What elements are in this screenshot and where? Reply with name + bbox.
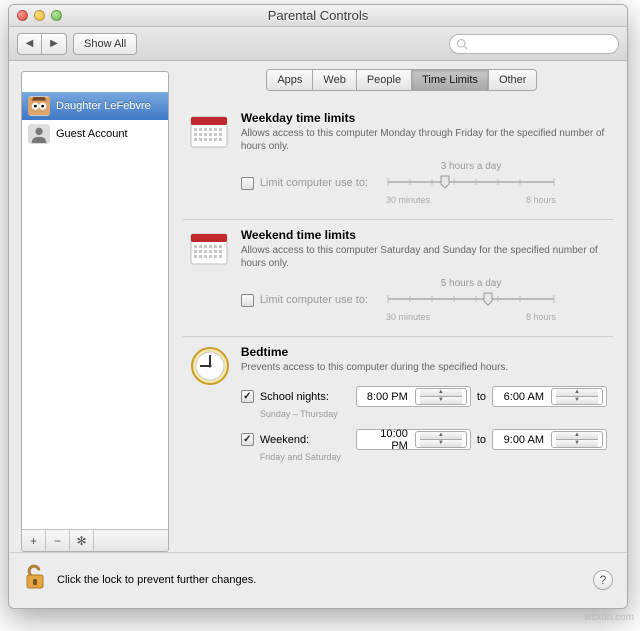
weekday-desc: Allows access to this computer Monday th… — [241, 127, 607, 153]
weekend-nights-label: Weekend: — [260, 434, 350, 446]
school-nights-checkbox[interactable] — [241, 390, 254, 403]
stepper-icon[interactable]: ▲▼ — [551, 431, 603, 448]
bedtime-title: Bedtime — [241, 345, 607, 359]
weekend-limit-label: Limit computer use to: — [260, 294, 368, 306]
weekday-section: Weekday time limits Allows access to thi… — [183, 103, 613, 220]
lock-icon[interactable] — [23, 563, 49, 596]
school-from-field[interactable]: 8:00 PM ▲▼ — [356, 386, 471, 407]
bedtime-section: Bedtime Prevents access to this computer… — [183, 337, 613, 476]
slider-track-icon — [386, 291, 556, 307]
weekend-limit-checkbox[interactable] — [241, 294, 254, 307]
tab-bar: Apps Web People Time Limits Other — [177, 69, 627, 91]
weekday-slider[interactable]: 3 hours a day 30 minutes8 hours — [386, 161, 556, 205]
forward-button[interactable]: ▶ — [42, 34, 66, 54]
help-button[interactable]: ? — [593, 570, 613, 590]
school-nights-label: School nights: — [260, 391, 350, 403]
stepper-icon[interactable]: ▲▼ — [415, 388, 467, 405]
weekend-slider[interactable]: 5 hours a day 30 minutes8 hours — [386, 278, 556, 322]
stepper-icon[interactable]: ▲▼ — [551, 388, 603, 405]
user-avatar-icon — [28, 96, 50, 116]
weekend-title: Weekend time limits — [241, 228, 607, 242]
calendar-icon — [189, 111, 231, 153]
nav-buttons: ◀ ▶ — [17, 33, 67, 55]
toolbar: ◀ ▶ Show All — [9, 27, 627, 61]
weekend-from-field[interactable]: 10:00 PM ▲▼ — [356, 429, 471, 450]
weekend-nights-checkbox[interactable] — [241, 433, 254, 446]
accounts-sidebar: Daughter LeFebvre Guest Account + − ✻ — [21, 71, 169, 552]
weekday-limit-checkbox[interactable] — [241, 177, 254, 190]
search-field[interactable] — [449, 34, 619, 54]
show-all-button[interactable]: Show All — [73, 33, 137, 55]
back-button[interactable]: ◀ — [18, 34, 42, 54]
weekday-slider-value: 3 hours a day — [386, 161, 556, 172]
window-title: Parental Controls — [9, 8, 627, 23]
sidebar-footer: + − ✻ — [22, 529, 168, 551]
remove-user-button[interactable]: − — [46, 530, 70, 551]
school-to-field[interactable]: 6:00 AM ▲▼ — [492, 386, 607, 407]
search-input[interactable] — [472, 38, 612, 50]
action-menu-button[interactable]: ✻ — [70, 530, 94, 551]
weekend-nights-note: Friday and Saturday — [260, 452, 607, 462]
school-nights-note: Sunday – Thursday — [260, 409, 607, 419]
tab-other[interactable]: Other — [489, 70, 537, 90]
preferences-window: Parental Controls ◀ ▶ Show All Daughter … — [8, 4, 628, 609]
weekend-section: Weekend time limits Allows access to thi… — [183, 220, 613, 337]
tab-web[interactable]: Web — [313, 70, 356, 90]
tab-time-limits[interactable]: Time Limits — [412, 70, 489, 90]
slider-track-icon — [386, 174, 556, 190]
search-icon — [456, 38, 468, 50]
calendar-icon — [189, 228, 231, 270]
watermark: wsxdn.com — [584, 612, 634, 623]
tab-people[interactable]: People — [357, 70, 412, 90]
stepper-icon[interactable]: ▲▼ — [415, 431, 467, 448]
clock-icon — [189, 345, 231, 387]
sidebar-item-label: Guest Account — [56, 128, 128, 140]
add-user-button[interactable]: + — [22, 530, 46, 551]
weekend-desc: Allows access to this computer Saturday … — [241, 244, 607, 270]
footer: Click the lock to prevent further change… — [9, 552, 627, 608]
weekend-slider-value: 5 hours a day — [386, 278, 556, 289]
sidebar-item-daughter[interactable]: Daughter LeFebvre — [22, 92, 168, 120]
sidebar-item-label: Daughter LeFebvre — [56, 100, 151, 112]
weekday-title: Weekday time limits — [241, 111, 607, 125]
bedtime-desc: Prevents access to this computer during … — [241, 361, 607, 374]
tab-apps[interactable]: Apps — [267, 70, 313, 90]
weekend-to-field[interactable]: 9:00 AM ▲▼ — [492, 429, 607, 450]
titlebar: Parental Controls — [9, 5, 627, 27]
lock-text: Click the lock to prevent further change… — [57, 574, 256, 586]
user-silhouette-icon — [28, 124, 50, 144]
weekday-limit-label: Limit computer use to: — [260, 177, 368, 189]
sidebar-item-guest[interactable]: Guest Account — [22, 120, 168, 148]
